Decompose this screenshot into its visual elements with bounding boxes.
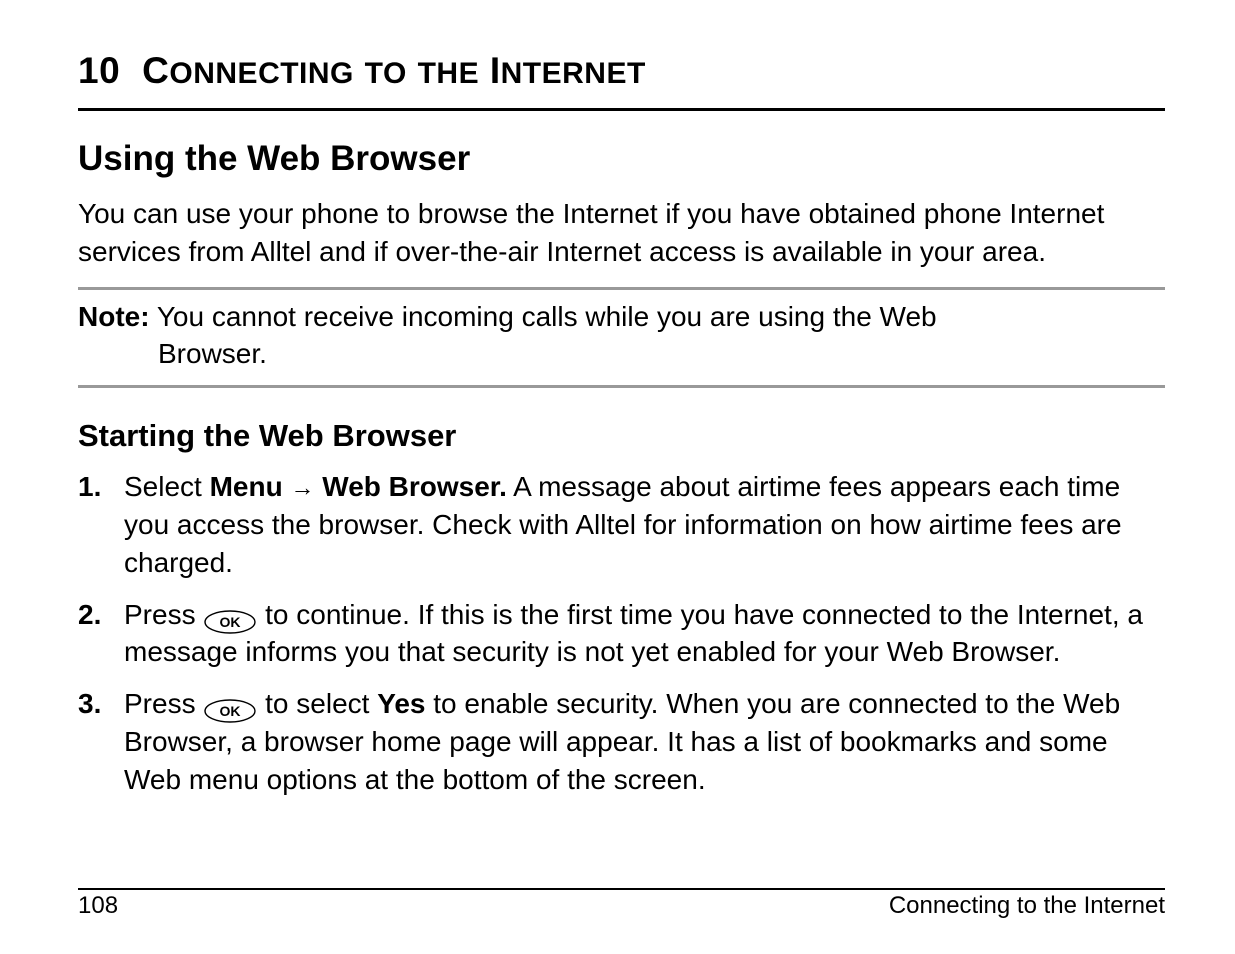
svg-text:OK: OK [220,614,241,630]
section-heading-starting: Starting the Web Browser [78,418,1165,454]
divider-under-chapter [78,108,1165,111]
note-text-line2: Browser. [78,335,1165,373]
title-part: I [490,50,501,91]
menu-path-item: Web Browser. [322,471,507,502]
footer-section-label: Connecting to the Internet [889,892,1165,920]
menu-path-item: Menu [210,471,283,502]
step-2: 2. Press OK to continue. If this is the … [78,596,1165,672]
svg-text:OK: OK [220,703,241,719]
step-number: 1. [78,468,101,506]
note-text-line1: You cannot receive incoming calls while … [157,301,937,332]
section-heading-using: Using the Web Browser [78,139,1165,179]
step-text: Select Menu → Web Browser. A message abo… [124,471,1122,578]
ok-button-icon: OK [203,603,257,629]
step-text: Press OK to continue. If this is the fir… [124,599,1143,668]
steps-list: 1. Select Menu → Web Browser. A message … [78,468,1165,798]
title-part: C [142,50,169,91]
ok-button-icon: OK [203,693,257,719]
step-text-part: Press [124,688,203,719]
step-number: 3. [78,685,101,723]
chapter-number: 10 [78,50,120,91]
page-footer: 108 Connecting to the Internet [78,888,1165,920]
title-part: THE [418,57,480,90]
step-1: 1. Select Menu → Web Browser. A message … [78,468,1165,581]
step-text-part: Press [124,599,203,630]
step-number: 2. [78,596,101,634]
note-block: Note: You cannot receive incoming calls … [78,287,1165,389]
step-text-part: to continue. If this is the first time y… [124,599,1143,668]
step-text-part: to select [257,688,377,719]
title-part: TO [365,57,407,90]
using-body-text: You can use your phone to browse the Int… [78,195,1165,271]
page-number: 108 [78,892,118,920]
step-text: Press OK to select Yes to enable securit… [124,688,1120,795]
chapter-title: 10 CONNECTING TO THE INTERNET [78,50,1165,92]
title-part: NTERNET [501,57,646,90]
title-part: ONNECTING [169,57,354,90]
note-label: Note: [78,301,150,332]
arrow-icon: → [291,475,315,502]
step-text-part: Select [124,471,210,502]
yes-label: Yes [377,688,425,719]
step-3: 3. Press OK to select Yes to enable secu… [78,685,1165,798]
